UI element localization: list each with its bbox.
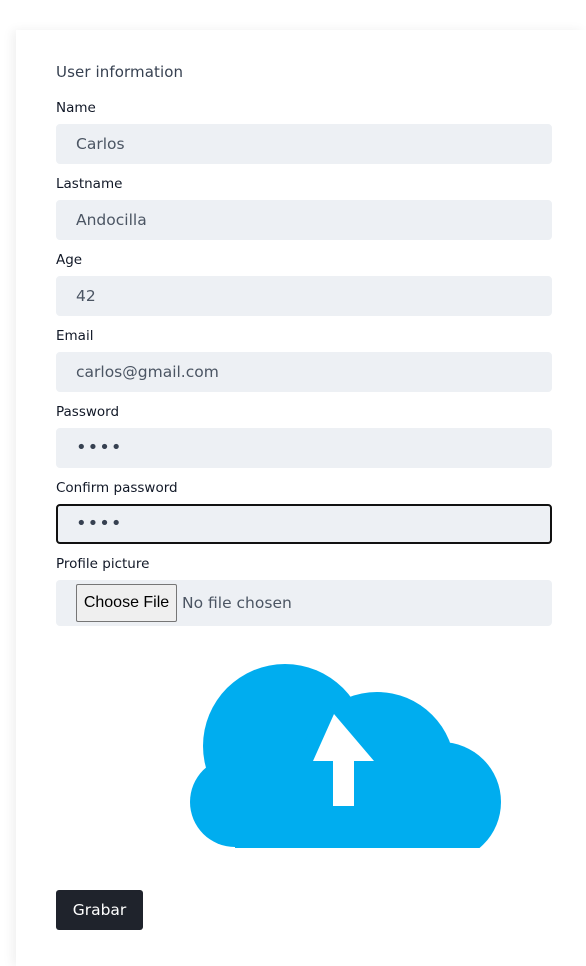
age-label: Age	[56, 252, 83, 268]
profile-picture-file-input[interactable]: Choose File No file chosen	[56, 580, 552, 626]
password-input[interactable]: ••••	[56, 428, 552, 468]
user-form-card: User information Name Carlos Lastname An…	[16, 30, 586, 966]
confirm-password-label: Confirm password	[56, 480, 178, 496]
lastname-label: Lastname	[56, 176, 123, 192]
grabar-button[interactable]: Grabar	[56, 890, 143, 930]
cloud-upload-icon	[174, 664, 502, 862]
profile-picture-label: Profile picture	[56, 556, 150, 572]
choose-file-button[interactable]: Choose File	[76, 584, 177, 622]
email-label: Email	[56, 328, 94, 344]
confirm-password-input[interactable]: ••••	[56, 504, 552, 544]
age-input[interactable]: 42	[56, 276, 552, 316]
form-title: User information	[56, 63, 184, 81]
lastname-input[interactable]: Andocilla	[56, 200, 552, 240]
name-label: Name	[56, 100, 96, 116]
email-input[interactable]: carlos@gmail.com	[56, 352, 552, 392]
file-status-text: No file chosen	[182, 594, 292, 612]
password-label: Password	[56, 404, 120, 420]
name-input[interactable]: Carlos	[56, 124, 552, 164]
